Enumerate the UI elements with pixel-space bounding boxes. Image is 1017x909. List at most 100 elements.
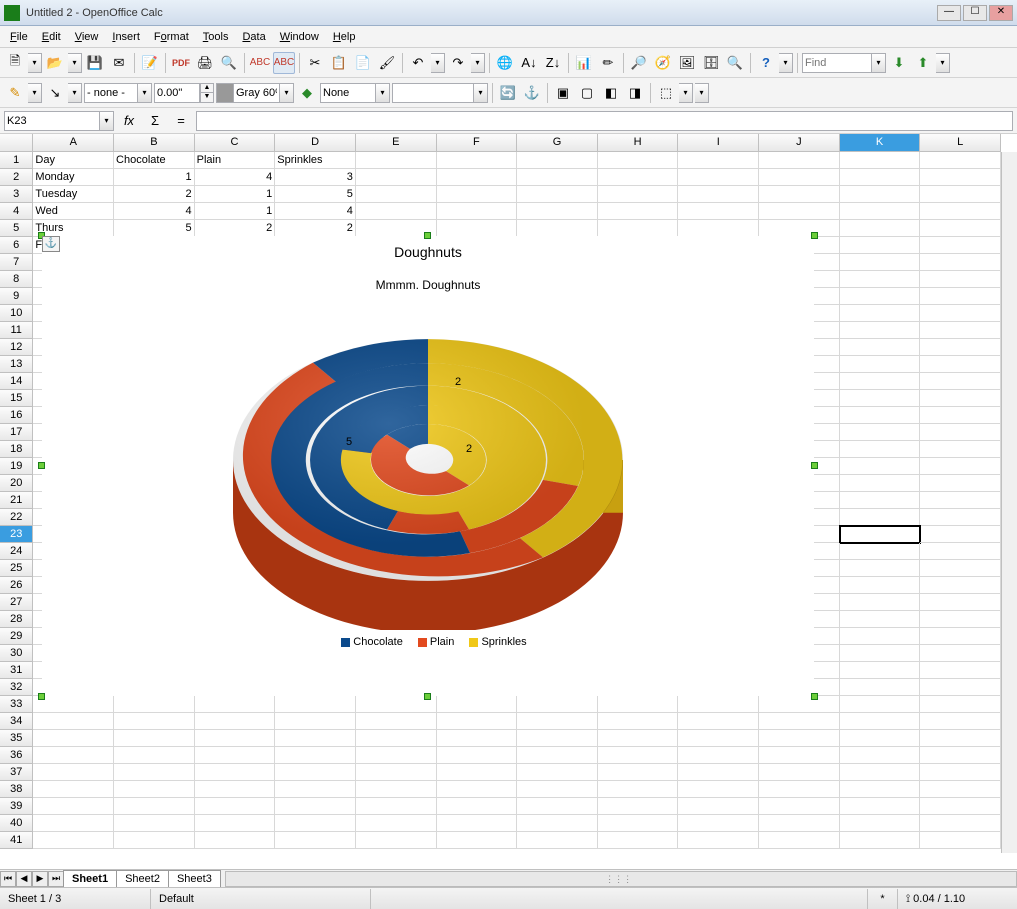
- cell[interactable]: [114, 747, 195, 764]
- cell[interactable]: [598, 169, 679, 186]
- gallery-icon[interactable]: 🖼: [676, 52, 698, 74]
- cell[interactable]: [195, 696, 276, 713]
- cell[interactable]: 2: [114, 186, 195, 203]
- cell[interactable]: 2: [195, 220, 276, 237]
- cell[interactable]: [840, 254, 921, 271]
- cell[interactable]: [517, 764, 598, 781]
- cell[interactable]: [437, 203, 518, 220]
- find-input[interactable]: [802, 53, 872, 73]
- cell[interactable]: [840, 475, 921, 492]
- cell[interactable]: [840, 322, 921, 339]
- cell[interactable]: [437, 713, 518, 730]
- background-icon[interactable]: ◨: [624, 82, 646, 104]
- cell[interactable]: [920, 220, 1001, 237]
- cell[interactable]: [275, 696, 356, 713]
- cell[interactable]: [840, 339, 921, 356]
- menu-data[interactable]: Data: [236, 29, 271, 45]
- cell[interactable]: [678, 781, 759, 798]
- sum-icon[interactable]: Σ: [144, 110, 166, 132]
- cell[interactable]: [920, 203, 1001, 220]
- cell[interactable]: [840, 645, 921, 662]
- edit-doc-icon[interactable]: 📝: [139, 52, 161, 74]
- cell[interactable]: [840, 713, 921, 730]
- cell[interactable]: [840, 594, 921, 611]
- foreground-icon[interactable]: ◧: [600, 82, 622, 104]
- cell[interactable]: [759, 798, 840, 815]
- cell[interactable]: [598, 747, 679, 764]
- cell[interactable]: [920, 305, 1001, 322]
- cell[interactable]: [920, 237, 1001, 254]
- area-fill-value[interactable]: [392, 83, 474, 103]
- cell[interactable]: [33, 696, 114, 713]
- cell[interactable]: [114, 815, 195, 832]
- paste-icon[interactable]: 📄: [352, 52, 374, 74]
- cell[interactable]: [114, 713, 195, 730]
- row-header[interactable]: 37: [0, 764, 33, 781]
- cell[interactable]: [275, 747, 356, 764]
- cell[interactable]: [840, 543, 921, 560]
- cell[interactable]: Day: [33, 152, 114, 169]
- row-header[interactable]: 40: [0, 815, 33, 832]
- send-back-icon[interactable]: ▢: [576, 82, 598, 104]
- cell[interactable]: [678, 832, 759, 849]
- cell[interactable]: [598, 764, 679, 781]
- row-header[interactable]: 20: [0, 475, 33, 492]
- area-icon[interactable]: ◆: [296, 82, 318, 104]
- cell[interactable]: [678, 730, 759, 747]
- cell[interactable]: [598, 713, 679, 730]
- cell[interactable]: [920, 509, 1001, 526]
- cell[interactable]: [759, 713, 840, 730]
- cell[interactable]: [920, 713, 1001, 730]
- new-doc-icon[interactable]: 🗎: [4, 52, 26, 74]
- cell[interactable]: [840, 356, 921, 373]
- row-header[interactable]: 4: [0, 203, 33, 220]
- cell[interactable]: [678, 696, 759, 713]
- sort-desc-icon[interactable]: Z↓: [542, 52, 564, 74]
- cell[interactable]: [356, 203, 437, 220]
- cell[interactable]: [598, 781, 679, 798]
- cell[interactable]: [840, 560, 921, 577]
- chart-handle-bl[interactable]: [38, 693, 45, 700]
- cell[interactable]: [920, 254, 1001, 271]
- cell[interactable]: [840, 628, 921, 645]
- cell[interactable]: [920, 594, 1001, 611]
- cell[interactable]: [759, 696, 840, 713]
- cell[interactable]: [840, 458, 921, 475]
- cell[interactable]: [840, 526, 921, 543]
- cell[interactable]: [356, 152, 437, 169]
- cell[interactable]: [437, 220, 518, 237]
- cell[interactable]: [678, 747, 759, 764]
- cell[interactable]: [437, 832, 518, 849]
- cell[interactable]: [759, 730, 840, 747]
- cell[interactable]: [920, 356, 1001, 373]
- row-header[interactable]: 35: [0, 730, 33, 747]
- cell[interactable]: [33, 815, 114, 832]
- print-icon[interactable]: 🖨: [194, 52, 216, 74]
- sheet-tab-1[interactable]: Sheet1: [63, 870, 117, 887]
- cell[interactable]: [356, 186, 437, 203]
- cell[interactable]: [437, 730, 518, 747]
- redo-dropdown[interactable]: ▾: [471, 53, 485, 73]
- cell[interactable]: [437, 764, 518, 781]
- row-header[interactable]: 8: [0, 271, 33, 288]
- find-icon[interactable]: 🔎: [628, 52, 650, 74]
- cell[interactable]: [759, 169, 840, 186]
- help-icon[interactable]: ?: [755, 52, 777, 74]
- col-header-C[interactable]: C: [195, 134, 276, 151]
- chart-handle-br[interactable]: [811, 693, 818, 700]
- cell[interactable]: [678, 186, 759, 203]
- cell[interactable]: [840, 288, 921, 305]
- undo-icon[interactable]: ↶: [407, 52, 429, 74]
- cell[interactable]: [920, 373, 1001, 390]
- cell[interactable]: [920, 339, 1001, 356]
- tab-next-icon[interactable]: ▶: [32, 871, 48, 887]
- cell[interactable]: [598, 798, 679, 815]
- cell[interactable]: [33, 713, 114, 730]
- vertical-scrollbar[interactable]: [1001, 152, 1017, 853]
- cell[interactable]: [598, 696, 679, 713]
- row-header[interactable]: 13: [0, 356, 33, 373]
- cell[interactable]: [840, 730, 921, 747]
- cell[interactable]: 4: [114, 203, 195, 220]
- cell[interactable]: [920, 526, 1001, 543]
- redo-icon[interactable]: ↷: [447, 52, 469, 74]
